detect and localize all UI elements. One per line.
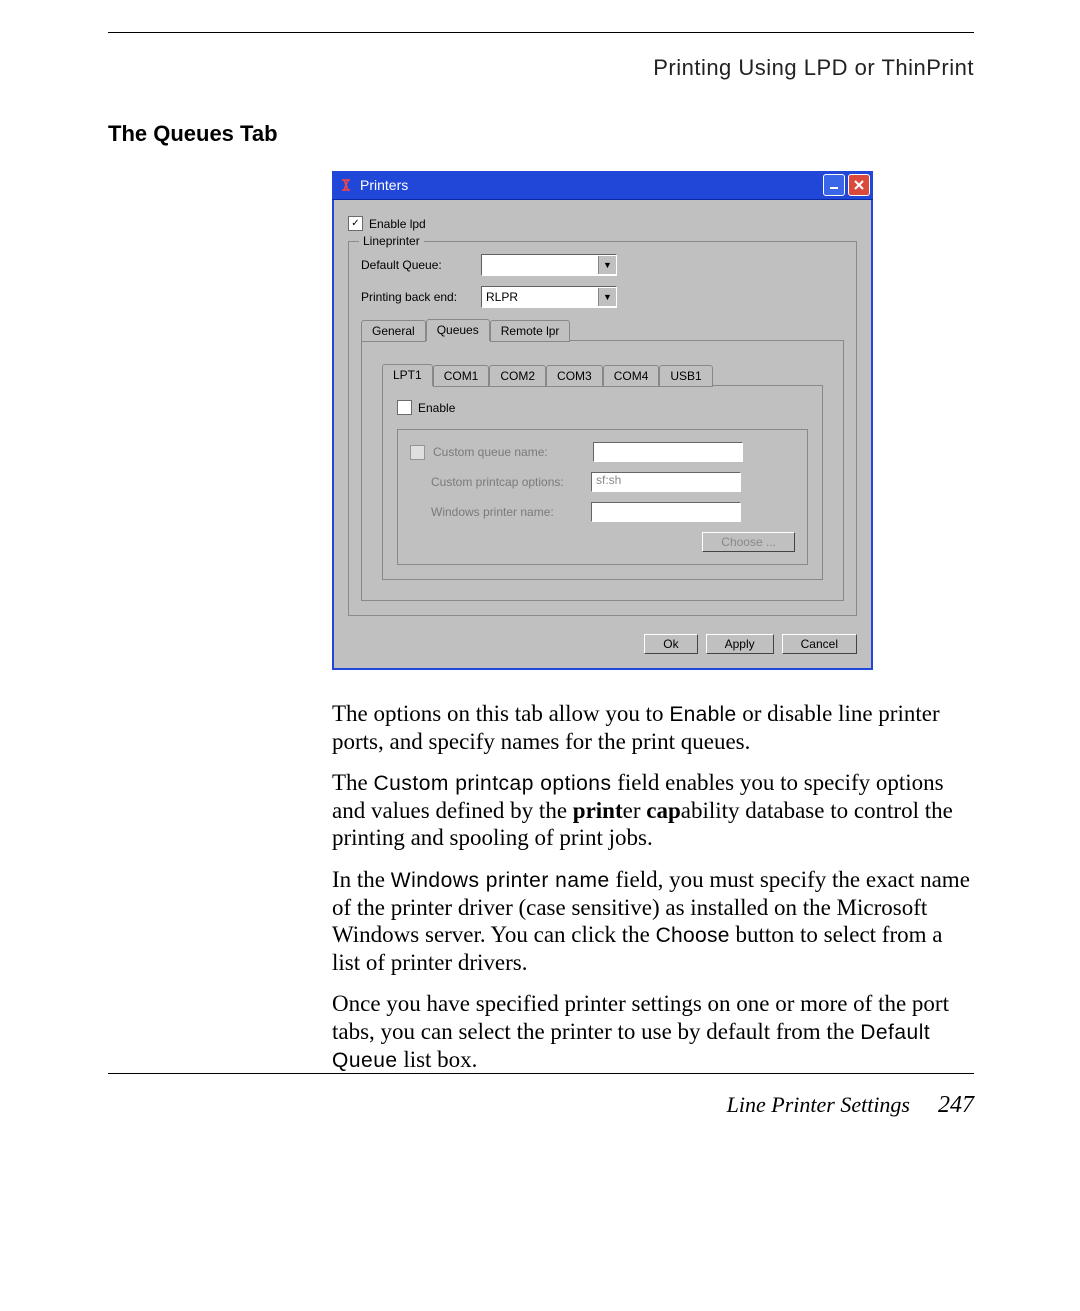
tab-general[interactable]: General bbox=[361, 320, 426, 342]
port-tab-com1[interactable]: COM1 bbox=[433, 365, 490, 387]
custom-queue-input[interactable] bbox=[593, 442, 743, 462]
tab-queues[interactable]: Queues bbox=[426, 319, 490, 341]
chevron-down-icon: ▼ bbox=[598, 256, 616, 274]
backend-label: Printing back end: bbox=[361, 290, 473, 304]
port-settings-group: Custom queue name: Custom printcap optio… bbox=[397, 429, 808, 565]
printcap-input[interactable]: sf:sh bbox=[591, 472, 741, 492]
port-tab-lpt1[interactable]: LPT1 bbox=[382, 364, 433, 386]
custom-queue-label: Custom queue name: bbox=[433, 445, 585, 459]
titlebar: Printers bbox=[332, 171, 873, 200]
port-tab-com2[interactable]: COM2 bbox=[489, 365, 546, 387]
close-button[interactable] bbox=[848, 174, 870, 196]
port-tabs: LPT1 COM1 COM2 COM3 COM4 USB1 bbox=[382, 363, 823, 385]
printcap-label: Custom printcap options: bbox=[431, 475, 583, 489]
winprinter-label: Windows printer name: bbox=[431, 505, 583, 519]
checkbox-icon: ✓ bbox=[348, 216, 363, 231]
main-tabs: General Queues Remote lpr bbox=[361, 318, 844, 340]
winprinter-input[interactable] bbox=[591, 502, 741, 522]
default-queue-label: Default Queue: bbox=[361, 258, 473, 272]
default-queue-select[interactable]: ▼ bbox=[481, 254, 617, 276]
paragraph: In the Windows printer name field, you m… bbox=[332, 866, 974, 976]
lineprinter-group: Lineprinter Default Queue: ▼ Printing ba… bbox=[348, 241, 857, 616]
bottom-rule bbox=[108, 1073, 974, 1074]
checkbox-icon bbox=[410, 445, 425, 460]
choose-button[interactable]: Choose ... bbox=[702, 532, 795, 552]
top-rule bbox=[108, 32, 974, 33]
ok-button[interactable]: Ok bbox=[644, 634, 697, 654]
cancel-button[interactable]: Cancel bbox=[782, 634, 857, 654]
paragraph: The Custom printcap options field enable… bbox=[332, 769, 974, 852]
paragraph: The options on this tab allow you to Ena… bbox=[332, 700, 974, 755]
queues-tab-content: LPT1 COM1 COM2 COM3 COM4 USB1 Enabl bbox=[361, 340, 844, 601]
port-tab-com3[interactable]: COM3 bbox=[546, 365, 603, 387]
footer-section: Line Printer Settings bbox=[727, 1092, 910, 1118]
enable-port-label: Enable bbox=[418, 401, 455, 415]
paragraph: Once you have specified printer settings… bbox=[332, 990, 974, 1073]
tab-remote-lpr[interactable]: Remote lpr bbox=[490, 320, 571, 342]
enable-lpd-label: Enable lpd bbox=[369, 217, 426, 231]
section-title: The Queues Tab bbox=[108, 121, 974, 147]
checkbox-icon bbox=[397, 400, 412, 415]
enable-lpd-checkbox[interactable]: ✓ Enable lpd bbox=[348, 216, 857, 231]
backend-select[interactable]: RLPR ▼ bbox=[481, 286, 617, 308]
apply-button[interactable]: Apply bbox=[706, 634, 774, 654]
chapter-header: Printing Using LPD or ThinPrint bbox=[108, 55, 974, 81]
app-icon bbox=[338, 177, 354, 193]
page-footer: Line Printer Settings 247 bbox=[108, 1092, 974, 1119]
page-number: 247 bbox=[938, 1092, 974, 1119]
port-tab-com4[interactable]: COM4 bbox=[603, 365, 660, 387]
lineprinter-legend: Lineprinter bbox=[359, 234, 424, 248]
port-tab-usb1[interactable]: USB1 bbox=[659, 365, 712, 387]
enable-port-checkbox[interactable]: Enable bbox=[397, 400, 808, 415]
dialog-title: Printers bbox=[360, 177, 823, 193]
printers-dialog: Printers ✓ Enable lpd Lineprinter bbox=[332, 171, 873, 670]
chevron-down-icon: ▼ bbox=[598, 288, 616, 306]
minimize-button[interactable] bbox=[823, 174, 845, 196]
